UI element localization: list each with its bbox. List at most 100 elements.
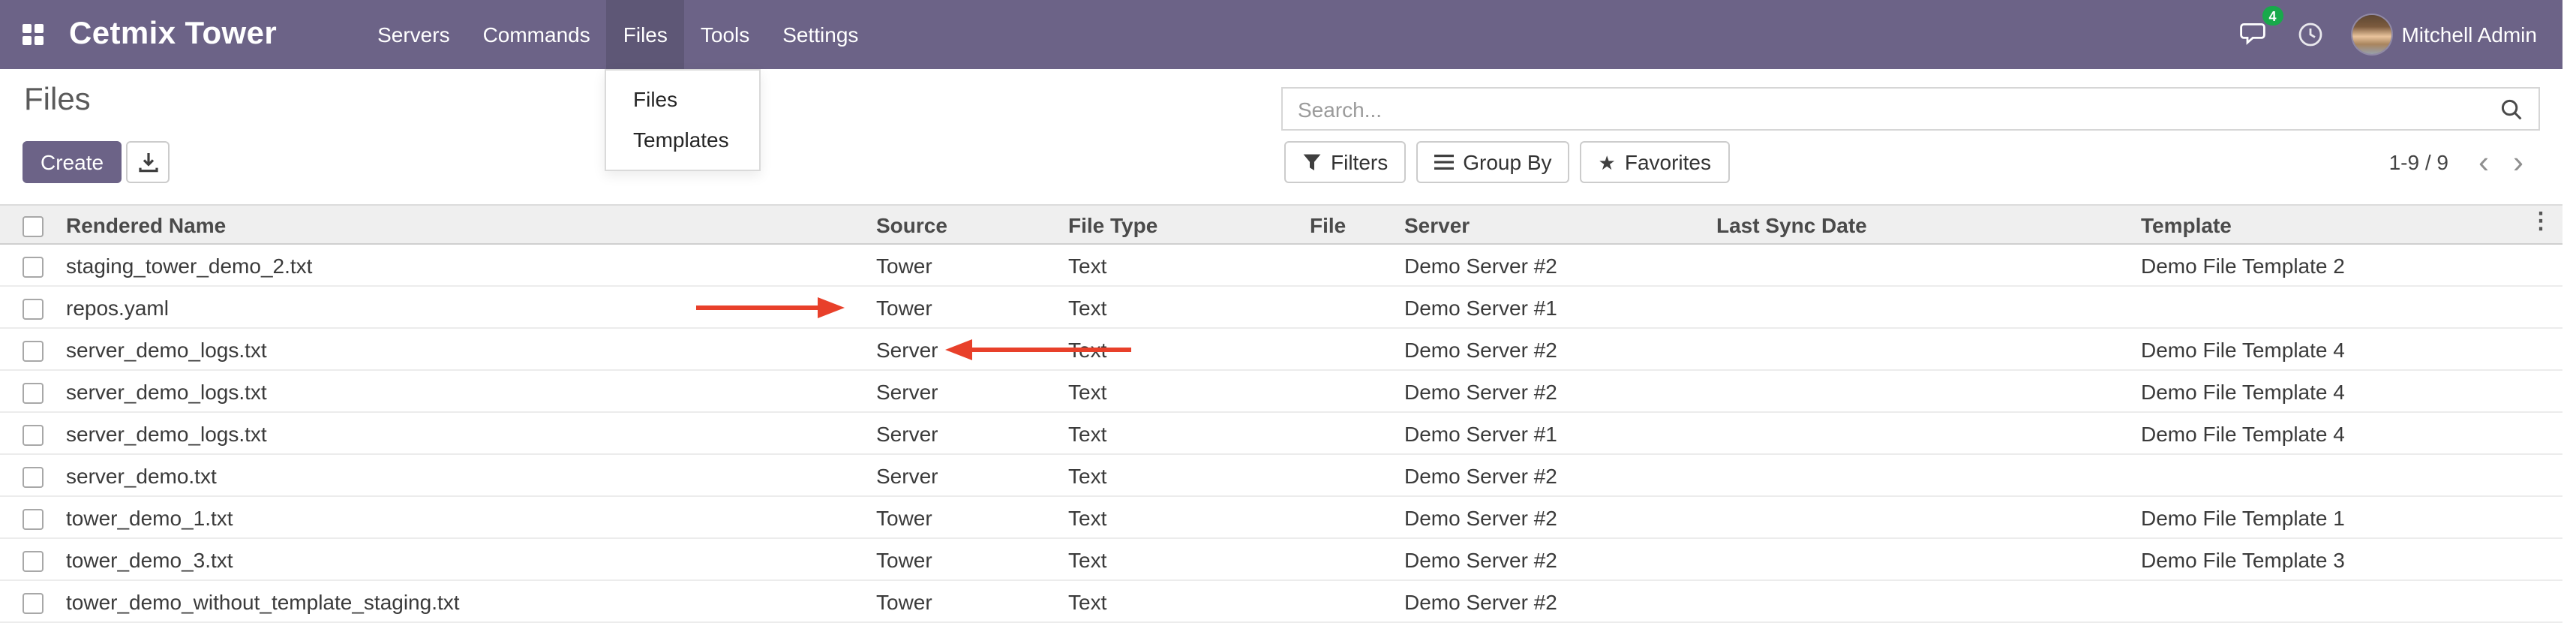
table-row[interactable]: server_demo_logs.txt Server Text Demo Se… bbox=[0, 328, 2576, 370]
table-row[interactable]: server_demo_logs.txt Server Text Demo Se… bbox=[0, 370, 2576, 412]
messages-menu-button[interactable]: 4 bbox=[2226, 0, 2283, 69]
cell-source: Server bbox=[876, 328, 1068, 370]
search-button[interactable] bbox=[2484, 97, 2538, 121]
cell-rendered-name: server_demo_logs.txt bbox=[66, 370, 876, 412]
cell-file bbox=[1310, 454, 1404, 496]
activity-menu-button[interactable] bbox=[2283, 0, 2337, 69]
menu-item-commands[interactable]: Commands bbox=[467, 0, 607, 69]
row-checkbox[interactable] bbox=[23, 256, 44, 277]
column-header-last-sync-date[interactable]: Last Sync Date bbox=[1716, 205, 2141, 244]
pager-previous-button[interactable]: ‹ bbox=[2466, 146, 2501, 178]
messages-icon bbox=[2239, 22, 2269, 47]
row-checkbox[interactable] bbox=[23, 592, 44, 613]
cell-last-sync-date bbox=[1716, 328, 2141, 370]
cell-source: Server bbox=[876, 454, 1068, 496]
cell-file bbox=[1310, 244, 1404, 286]
user-avatar[interactable] bbox=[2352, 15, 2391, 54]
cell-server: Demo Server #1 bbox=[1404, 286, 1716, 328]
star-icon: ★ bbox=[1599, 152, 1616, 172]
favorites-button[interactable]: ★ Favorites bbox=[1581, 141, 1729, 183]
pager-range: 1-9 / 9 bbox=[2389, 150, 2448, 174]
files-list-table: Rendered Name Source File Type File Serv… bbox=[0, 204, 2576, 623]
select-all-cell bbox=[0, 205, 66, 244]
filters-button[interactable]: Filters bbox=[1284, 141, 1406, 183]
export-button[interactable] bbox=[126, 141, 170, 183]
row-checkbox[interactable] bbox=[23, 382, 44, 403]
row-checkbox[interactable] bbox=[23, 508, 44, 529]
cell-rendered-name: server_demo_logs.txt bbox=[66, 328, 876, 370]
column-header-file-type[interactable]: File Type bbox=[1068, 205, 1310, 244]
cell-file-type: Text bbox=[1068, 286, 1310, 328]
column-header-file[interactable]: File bbox=[1310, 205, 1404, 244]
row-checkbox[interactable] bbox=[23, 298, 44, 319]
cell-source: Tower bbox=[876, 286, 1068, 328]
cell-template: Demo File Template 2 bbox=[2141, 244, 2576, 286]
table-row[interactable]: tower_demo_without_template_staging.txt … bbox=[0, 580, 2576, 622]
column-header-server[interactable]: Server bbox=[1404, 205, 1716, 244]
cell-file bbox=[1310, 496, 1404, 538]
cell-rendered-name: tower_demo_without_template_staging.txt bbox=[66, 580, 876, 622]
create-button[interactable]: Create bbox=[23, 141, 122, 183]
pager-next-button[interactable]: › bbox=[2501, 146, 2535, 178]
select-all-checkbox[interactable] bbox=[23, 215, 44, 236]
cell-file-type: Text bbox=[1068, 496, 1310, 538]
search-icon bbox=[2499, 97, 2523, 121]
dropdown-item-templates[interactable]: Templates bbox=[606, 120, 759, 161]
cell-rendered-name: server_demo_logs.txt bbox=[66, 412, 876, 454]
table-row[interactable]: server_demo_logs.txt Server Text Demo Se… bbox=[0, 412, 2576, 454]
cell-template: Demo File Template 4 bbox=[2141, 328, 2576, 370]
apps-menu-button[interactable] bbox=[15, 0, 51, 69]
menu-item-servers[interactable]: Servers bbox=[361, 0, 466, 69]
table-row[interactable]: server_demo.txt Server Text Demo Server … bbox=[0, 454, 2576, 496]
cell-template bbox=[2141, 580, 2576, 622]
row-checkbox[interactable] bbox=[23, 424, 44, 445]
table-row[interactable]: tower_demo_1.txt Tower Text Demo Server … bbox=[0, 496, 2576, 538]
row-checkbox[interactable] bbox=[23, 340, 44, 361]
table-row[interactable]: staging_tower_demo_2.txt Tower Text Demo… bbox=[0, 244, 2576, 286]
cell-server: Demo Server #2 bbox=[1404, 538, 1716, 580]
optional-columns-button[interactable]: ⋮ bbox=[2529, 210, 2552, 233]
row-checkbox[interactable] bbox=[23, 550, 44, 571]
menu-item-files[interactable]: Files bbox=[607, 0, 684, 69]
row-select-cell bbox=[0, 580, 66, 622]
filter-funnel-icon bbox=[1302, 152, 1322, 172]
app-brand[interactable]: Cetmix Tower bbox=[69, 17, 277, 53]
cell-file bbox=[1310, 538, 1404, 580]
column-header-source[interactable]: Source bbox=[876, 205, 1068, 244]
cell-file-type: Text bbox=[1068, 454, 1310, 496]
cell-file bbox=[1310, 370, 1404, 412]
column-header-rendered-name[interactable]: Rendered Name bbox=[66, 205, 876, 244]
cell-file bbox=[1310, 286, 1404, 328]
screen: Cetmix Tower Servers Commands Files Tool… bbox=[0, 0, 2576, 626]
column-header-template[interactable]: Template bbox=[2141, 205, 2576, 244]
list-icon bbox=[1434, 153, 1454, 171]
row-select-cell bbox=[0, 538, 66, 580]
cell-file bbox=[1310, 412, 1404, 454]
row-select-cell bbox=[0, 370, 66, 412]
cell-last-sync-date bbox=[1716, 496, 2141, 538]
cell-file-type: Text bbox=[1068, 580, 1310, 622]
row-checkbox[interactable] bbox=[23, 466, 44, 487]
cell-source: Server bbox=[876, 412, 1068, 454]
filters-label: Filters bbox=[1331, 150, 1388, 174]
search-input[interactable] bbox=[1283, 97, 2484, 121]
pager: 1-9 / 9 ‹ › bbox=[2389, 141, 2535, 183]
favorites-label: Favorites bbox=[1625, 150, 1711, 174]
menu-item-settings[interactable]: Settings bbox=[766, 0, 875, 69]
table-row[interactable]: repos.yaml Tower Text Demo Server #1 bbox=[0, 286, 2576, 328]
user-menu[interactable]: Mitchell Admin bbox=[2401, 23, 2537, 47]
dropdown-item-files[interactable]: Files bbox=[606, 80, 759, 120]
cell-file-type: Text bbox=[1068, 244, 1310, 286]
cell-source: Tower bbox=[876, 538, 1068, 580]
cell-server: Demo Server #2 bbox=[1404, 328, 1716, 370]
table-row[interactable]: tower_demo_3.txt Tower Text Demo Server … bbox=[0, 538, 2576, 580]
files-dropdown-menu: Files Templates bbox=[605, 69, 761, 171]
search-bar bbox=[1281, 87, 2540, 131]
cell-last-sync-date bbox=[1716, 454, 2141, 496]
group-by-button[interactable]: Group By bbox=[1416, 141, 1569, 183]
menu-item-tools[interactable]: Tools bbox=[684, 0, 766, 69]
cell-rendered-name: staging_tower_demo_2.txt bbox=[66, 244, 876, 286]
row-select-cell bbox=[0, 454, 66, 496]
cell-last-sync-date bbox=[1716, 580, 2141, 622]
cell-last-sync-date bbox=[1716, 370, 2141, 412]
